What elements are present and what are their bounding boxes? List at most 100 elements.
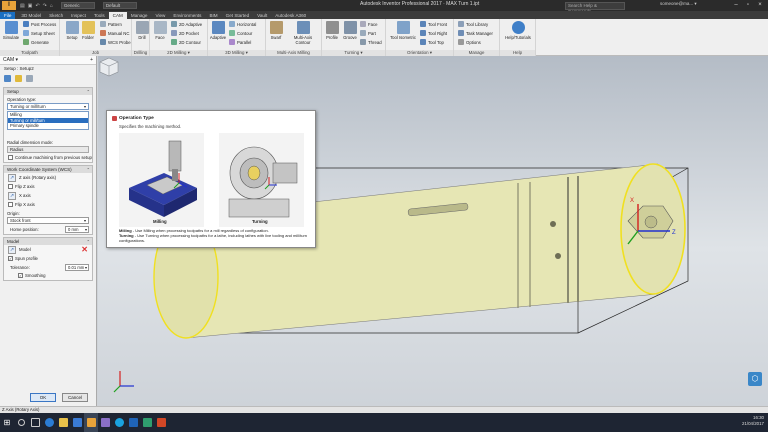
profile-button[interactable]: Profile <box>322 21 342 49</box>
pattern-button[interactable]: Pattern <box>100 20 122 28</box>
search-icon[interactable] <box>14 413 28 432</box>
tab-sketch[interactable]: Sketch <box>45 12 67 19</box>
collapse-icon[interactable]: ⌃ <box>87 88 90 95</box>
collapse-icon[interactable]: ⌃ <box>87 238 90 245</box>
undo-icon[interactable]: ↶ <box>35 3 39 9</box>
options-button[interactable]: Options <box>458 38 481 46</box>
tab-manage[interactable]: Manage <box>127 12 152 19</box>
folder-button[interactable]: Folder <box>78 21 98 49</box>
continue-machining-checkbox[interactable]: Continue machining from previous setup <box>4 154 92 162</box>
tab-environments[interactable]: Environments <box>169 12 205 19</box>
material-combo[interactable]: Default <box>102 2 137 9</box>
thread-button[interactable]: Thread <box>360 38 382 46</box>
wcs-probe-button[interactable]: WCS Probe <box>100 38 131 46</box>
tolerance-input[interactable]: 0.01 mm ▾ <box>65 263 89 271</box>
horizontal-button[interactable]: Horizontal <box>229 20 256 28</box>
simulate-button[interactable]: Simulate <box>1 21 21 49</box>
tab-3d-model[interactable]: 3D Model <box>17 12 45 19</box>
tab-tools[interactable]: Tools <box>90 12 109 19</box>
minimize-icon[interactable]: – <box>730 0 742 11</box>
redo-icon[interactable]: ↷ <box>43 3 47 9</box>
folder-icon[interactable]: ▤ <box>20 3 25 9</box>
ok-button[interactable]: OK <box>30 393 56 402</box>
panel-close-icon[interactable]: + <box>90 56 93 65</box>
inventor-icon[interactable] <box>84 413 98 432</box>
parallel-button[interactable]: Parallel <box>229 38 251 46</box>
option-primary-spindle[interactable]: Primary spindle <box>8 123 88 129</box>
swarf-button[interactable]: Swarf <box>266 21 286 49</box>
radial-mode-select[interactable]: Radius <box>7 145 89 153</box>
task-manager-button[interactable]: Task Manager <box>458 29 493 37</box>
setup-section-header[interactable]: Setup ⌃ <box>4 88 92 95</box>
app-icon[interactable] <box>98 413 112 432</box>
system-tray-clock[interactable]: 16:30 21/04/2017 <box>742 415 764 427</box>
home-position-input[interactable]: 0 mm ▾ <box>65 225 89 233</box>
post-tab-icon[interactable] <box>26 75 33 82</box>
help-search-input[interactable]: Search Help & Commands... <box>565 1 625 14</box>
operation-type-select[interactable]: Turning or mill/turn ▾ <box>7 103 89 110</box>
store-icon[interactable] <box>70 413 84 432</box>
tab-file[interactable]: File <box>0 12 16 19</box>
contour-button[interactable]: Contour <box>229 29 252 37</box>
close-icon[interactable]: × <box>754 0 766 11</box>
tool-right-button[interactable]: Tool Right <box>420 29 447 37</box>
appearance-combo[interactable]: Generic <box>60 2 95 9</box>
manual-nc-button[interactable]: Manual NC <box>100 29 130 37</box>
post-process-button[interactable]: Post Process <box>23 20 56 28</box>
smoothing-checkbox[interactable]: ✓ Smoothing <box>4 272 92 280</box>
viewcube[interactable] <box>98 56 120 78</box>
stock-tab-icon[interactable] <box>15 75 22 82</box>
flip-z-checkbox[interactable]: Flip Z axis <box>4 183 92 191</box>
powerpoint-icon[interactable] <box>154 413 168 432</box>
tab-bim[interactable]: BIM <box>205 12 221 19</box>
skype-icon[interactable] <box>112 413 126 432</box>
navigation-bar-button[interactable]: ⬡ <box>748 372 762 386</box>
adaptive-button[interactable]: Adaptive <box>208 21 228 49</box>
inventor-logo[interactable]: I <box>2 1 16 10</box>
part-button[interactable]: Part <box>360 29 376 37</box>
face-button[interactable]: Face <box>150 21 170 49</box>
wcs-section-header[interactable]: Work Coordinate System (WCS) ⌃ <box>4 165 92 173</box>
groove-button[interactable]: Groove <box>340 21 360 49</box>
setup-row[interactable]: Setup : Setup2 <box>0 65 96 73</box>
x-axis-selector[interactable]: ↗ X axis <box>4 191 92 201</box>
user-account[interactable]: someone@ma... ▾ <box>660 1 697 7</box>
2d-contour-button[interactable]: 2D Contour <box>171 38 201 46</box>
turning-face-button[interactable]: Face <box>360 20 378 28</box>
tab-a360[interactable]: Autodesk A360 <box>271 12 310 19</box>
vpn-icon[interactable] <box>140 413 154 432</box>
tool-library-button[interactable]: Tool Library <box>458 20 488 28</box>
2d-adaptive-button[interactable]: 2D Adaptive <box>171 20 202 28</box>
clear-selection-icon[interactable]: ✕ <box>81 245 88 254</box>
maximize-icon[interactable]: ▫ <box>742 0 754 11</box>
tool-isometric-button[interactable]: Tool Isometric <box>388 21 418 49</box>
setup-sheet-button[interactable]: Setup Sheet <box>23 29 55 37</box>
model-section-header[interactable]: Model ⌃ <box>4 237 92 245</box>
collapse-icon[interactable]: ⌃ <box>87 166 90 173</box>
tool-front-button[interactable]: Tool Front <box>420 20 447 28</box>
setup-tab-icon[interactable] <box>4 75 11 82</box>
origin-select[interactable]: Stock front ▾ <box>7 216 89 224</box>
spun-profile-checkbox[interactable]: ✓ Spun profile <box>4 255 92 263</box>
tool-top-button[interactable]: Tool Top <box>420 38 444 46</box>
drill-button[interactable]: Drill <box>132 21 152 49</box>
2d-pocket-button[interactable]: 2D Pocket <box>171 29 199 37</box>
save-icon[interactable]: ▣ <box>28 3 33 9</box>
z-axis-selector[interactable]: ↗ Z axis (Rotary axis) <box>4 173 92 183</box>
edge-icon[interactable] <box>42 413 56 432</box>
start-icon[interactable]: ⊞ <box>0 413 14 432</box>
help-tutorials-button[interactable]: Help/Tutorials <box>504 21 532 49</box>
flip-x-checkbox[interactable]: Flip X axis <box>4 201 92 209</box>
tab-vault[interactable]: Vault <box>253 12 271 19</box>
tab-view[interactable]: View <box>152 12 170 19</box>
tab-inspect[interactable]: Inspect <box>67 12 90 19</box>
tab-cam[interactable]: CAM <box>108 12 127 19</box>
multi-axis-contour-button[interactable]: Multi-Axis Contour <box>286 21 320 49</box>
tab-get-started[interactable]: Get Started <box>222 12 254 19</box>
cam-dropdown[interactable]: CAM ▾ <box>3 57 18 63</box>
generate-button[interactable]: Generate <box>23 38 49 46</box>
home-icon[interactable]: ⌂ <box>50 3 53 9</box>
taskview-icon[interactable] <box>28 413 42 432</box>
cancel-button[interactable]: Cancel <box>62 393 88 402</box>
model-selector[interactable]: ↗ Model ✕ <box>4 245 92 255</box>
